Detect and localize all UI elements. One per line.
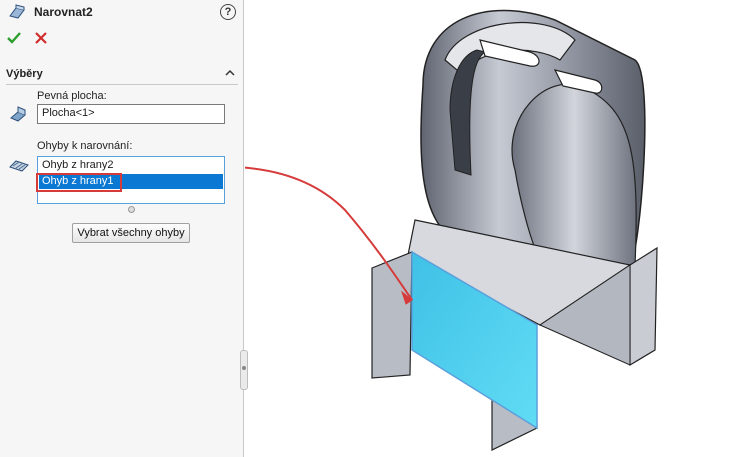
callout-highlight-box bbox=[36, 173, 122, 192]
fixed-face-label: Pevná plocha: bbox=[37, 90, 107, 102]
bends-icon bbox=[9, 160, 29, 172]
panel-title: Narovnat2 bbox=[34, 5, 93, 19]
chevron-up-icon[interactable] bbox=[224, 67, 236, 79]
check-icon[interactable] bbox=[6, 30, 22, 46]
bend-list-item[interactable]: Ohyb z hrany2 bbox=[39, 158, 223, 173]
property-manager-panel: Narovnat2 ? Výběry Pevná plocha: Plocha<… bbox=[0, 0, 244, 457]
section-divider bbox=[6, 84, 238, 85]
help-icon[interactable]: ? bbox=[220, 4, 236, 20]
fixed-face-field[interactable]: Plocha<1> bbox=[37, 104, 225, 124]
selections-section-header[interactable]: Výběry bbox=[6, 67, 238, 83]
close-icon[interactable] bbox=[33, 30, 49, 46]
sheet-metal-part[interactable] bbox=[371, 9, 658, 451]
panel-header: Narovnat2 ? bbox=[6, 3, 238, 23]
select-all-bends-button[interactable]: Vybrat všechny ohyby bbox=[72, 223, 190, 243]
unfold-feature-icon bbox=[9, 4, 25, 19]
model-viewport[interactable] bbox=[245, 0, 750, 457]
resize-handle[interactable] bbox=[128, 206, 135, 213]
fixed-face-icon bbox=[10, 106, 26, 122]
section-title: Výběry bbox=[6, 68, 43, 80]
bends-label: Ohyby k narovnání: bbox=[37, 140, 133, 152]
